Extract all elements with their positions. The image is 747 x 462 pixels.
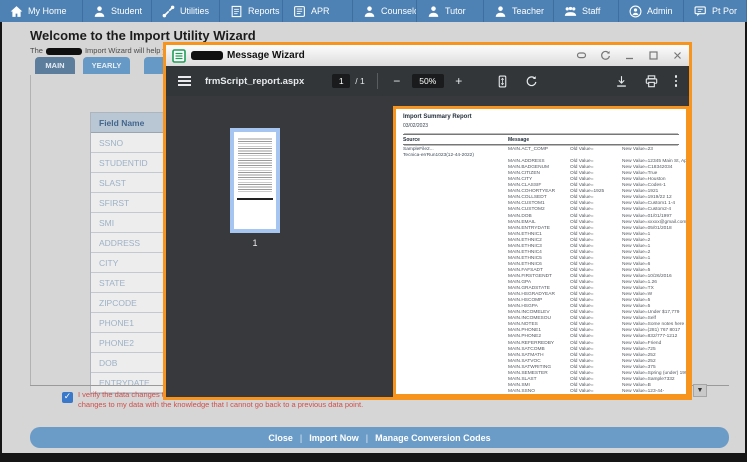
nav-item-my-home[interactable]: My Home (0, 0, 83, 22)
import-now-button[interactable]: Import Now (309, 433, 359, 443)
page-title: Welcome to the Import Utility Wizard (30, 28, 256, 43)
utilities-icon (162, 5, 175, 18)
message-column-header: Message (508, 136, 530, 143)
nav-item-label: Student (111, 6, 143, 16)
tab-main[interactable]: MAIN (35, 57, 75, 74)
redaction-blob (191, 51, 223, 60)
toolbar-divider (376, 73, 378, 89)
top-nav: My Home Student Utilities Reports APR Counsel… (0, 0, 747, 22)
download-icon[interactable] (615, 75, 628, 88)
zoom-in-button[interactable]: + (452, 74, 466, 88)
manage-conversion-codes-button[interactable]: Manage Conversion Codes (375, 433, 491, 443)
report-date: 03/02/2023 (403, 123, 429, 129)
pdf-viewer-body: 1 Import Summary Report 03/02/2023 Sourc… (166, 96, 689, 397)
nav-item-label: My Home (28, 6, 67, 16)
nav-item-label: Counselor (381, 6, 416, 16)
scroll-down-button[interactable]: ▼ (693, 384, 707, 397)
nav-item-admin[interactable]: Admin (619, 0, 684, 22)
print-icon[interactable] (645, 74, 658, 88)
verify-line2: changes to my data with the knowledge th… (78, 400, 364, 409)
report-body: SampleFile2... Tecnica-errRun1023(12-44-… (403, 147, 686, 394)
footer-action-bar: Close | Import Now | Manage Conversion Codes (30, 427, 729, 448)
nav-item-reports[interactable]: Reports (220, 0, 283, 22)
nav-item-label: Staff (582, 6, 601, 16)
fit-page-icon[interactable] (496, 75, 509, 88)
message-list: MAIN.ACT_COMP Old Value= New Value=23 MAIN.… (508, 147, 686, 394)
more-options-icon[interactable] (674, 75, 677, 87)
redaction-blob (45, 47, 82, 55)
pin-icon[interactable] (576, 50, 587, 61)
zoom-out-button[interactable]: − (390, 74, 404, 88)
nav-item-tutor[interactable]: Tutor (417, 0, 484, 22)
rotate-icon[interactable] (525, 75, 538, 88)
nav-item-teacher[interactable]: Teacher (484, 0, 554, 22)
nav-item-label: APR (311, 6, 330, 16)
teacher-icon (494, 5, 507, 18)
nav-item-utilities[interactable]: Utilities (152, 0, 220, 22)
page-thumbnail[interactable] (230, 128, 280, 233)
thumbnail-page-number: 1 (252, 238, 258, 248)
minimize-icon[interactable] (624, 50, 635, 61)
close-button[interactable]: Close (268, 433, 293, 443)
pdf-toolbar: frmScript_report.aspx 1 / 1 − 50% + (166, 66, 689, 96)
tutor-icon (427, 5, 440, 18)
subtitle-prefix: The (30, 46, 43, 55)
refresh-icon[interactable] (600, 50, 611, 61)
menu-icon[interactable] (178, 76, 191, 78)
nav-item-staff[interactable]: Staff (554, 0, 619, 22)
panel-left-border (30, 75, 31, 385)
reports-icon (230, 5, 243, 18)
app-window: My Home Student Utilities Reports APR Counsel… (0, 0, 747, 462)
nav-item-counselor[interactable]: Counselor (353, 0, 417, 22)
close-icon[interactable] (672, 50, 683, 61)
admin-icon (629, 5, 642, 18)
window-frame (0, 453, 747, 462)
pdf-filename: frmScript_report.aspx (205, 75, 305, 87)
zoom-level[interactable]: 50% (411, 74, 444, 88)
nav-item-label: Utilities (180, 6, 210, 16)
nav-item-label: Teacher (512, 6, 545, 16)
student-icon (93, 5, 106, 18)
nav-item-student[interactable]: Student (83, 0, 152, 22)
verify-checkbox[interactable]: ✓ (62, 392, 73, 403)
nav-item-label: Pt Por (712, 6, 738, 16)
thumbnail-content (237, 198, 273, 200)
counselor-icon (363, 5, 376, 18)
message-wizard-dialog: Message Wizard frmScript_report.aspx 1 /… (163, 42, 692, 400)
footer-separator: | (299, 432, 303, 443)
nav-item-apr[interactable]: APR (283, 0, 353, 22)
window-controls (576, 50, 683, 61)
tab-yearly[interactable]: YEARLY (83, 57, 130, 74)
report-page: Import Summary Report 03/02/2023 Source … (393, 106, 689, 397)
portal-icon (694, 5, 707, 18)
report-title: Import Summary Report (403, 114, 472, 120)
apr-icon (293, 5, 306, 18)
home-icon (10, 5, 23, 18)
page-number-input[interactable]: 1 (332, 74, 351, 88)
source-cell: SampleFile2... Tecnica-errRun1023(12-44-… (403, 147, 474, 158)
thumbnail-content (238, 137, 272, 192)
report-message-row: MAIN.SSNO Old Value= New Value=123-44- (508, 388, 665, 394)
dialog-titlebar: Message Wizard (166, 45, 689, 66)
report-column-headers: Source Message (403, 134, 679, 145)
report-doc-icon (172, 48, 186, 63)
nav-item-pt-por[interactable]: Pt Por (684, 0, 747, 22)
dialog-title: Message Wizard (191, 50, 305, 61)
nav-item-label: Reports (248, 6, 280, 16)
maximize-icon[interactable] (648, 50, 659, 61)
nav-item-label: Admin (647, 6, 673, 16)
page-count: / 1 (355, 76, 365, 86)
footer-separator: | (365, 432, 369, 443)
staff-icon (564, 5, 577, 18)
import-summary-report: Import Summary Report 03/02/2023 Source … (396, 109, 686, 394)
nav-item-label: Tutor (445, 6, 466, 16)
source-column-header: Source (403, 136, 420, 143)
